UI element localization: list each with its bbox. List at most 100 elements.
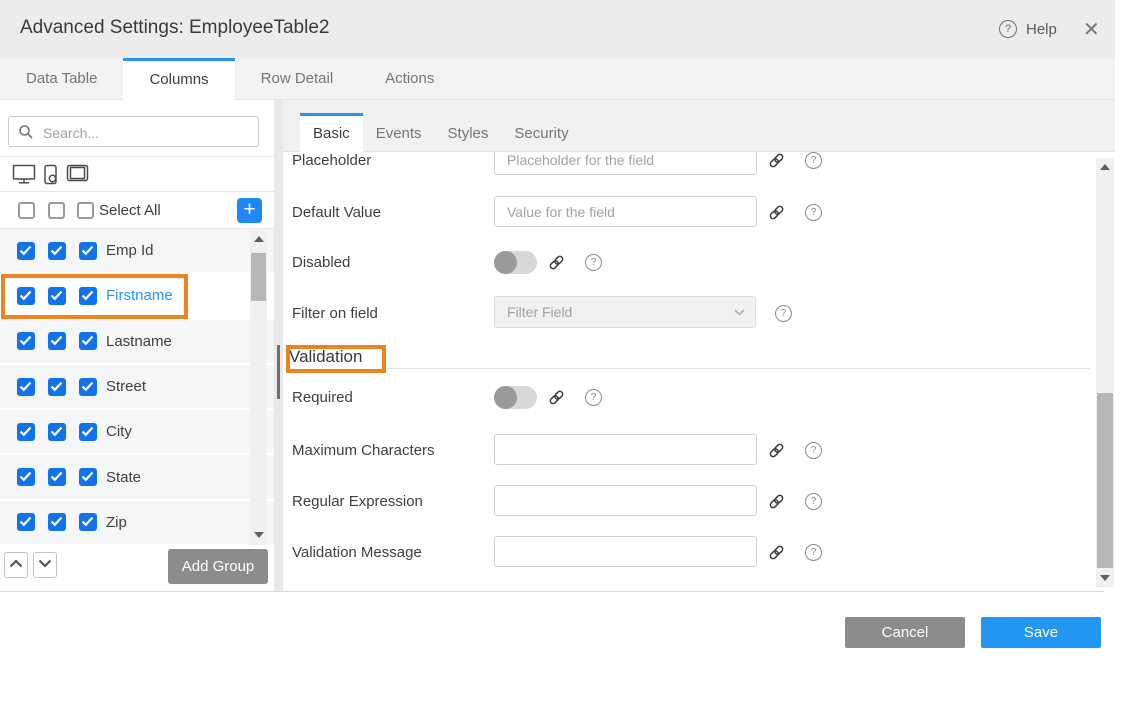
move-up-button[interactable] bbox=[4, 552, 28, 578]
check-icon bbox=[81, 245, 94, 256]
regular-expression-input[interactable] bbox=[494, 485, 757, 516]
search-box[interactable] bbox=[8, 116, 259, 147]
add-group-button[interactable]: Add Group bbox=[168, 549, 268, 584]
tab-styles[interactable]: Styles bbox=[435, 115, 502, 152]
link-binding-icon[interactable] bbox=[547, 388, 566, 412]
chevron-down-icon bbox=[734, 309, 745, 316]
tab-data-table[interactable]: Data Table bbox=[0, 58, 123, 99]
add-column-button[interactable]: + bbox=[237, 198, 262, 223]
scroll-up-arrow-icon[interactable] bbox=[1100, 164, 1110, 170]
tab-security[interactable]: Security bbox=[501, 115, 581, 152]
column-row-street[interactable]: Street bbox=[0, 365, 274, 410]
panel-scrollbar[interactable] bbox=[1096, 158, 1114, 587]
scrollbar-thumb[interactable] bbox=[251, 253, 266, 301]
check-icon bbox=[19, 245, 32, 256]
column-row-state[interactable]: State bbox=[0, 455, 274, 500]
move-down-button[interactable] bbox=[33, 552, 57, 578]
column-label: State bbox=[106, 469, 141, 486]
column-visibility-checkbox[interactable] bbox=[17, 468, 35, 486]
column-visibility-checkbox[interactable] bbox=[79, 242, 97, 260]
search-row bbox=[0, 100, 274, 157]
column-visibility-checkbox[interactable] bbox=[17, 378, 35, 396]
scroll-down-arrow-icon[interactable] bbox=[1100, 575, 1110, 581]
help-icon[interactable]: ? bbox=[805, 204, 822, 221]
column-visibility-checkbox[interactable] bbox=[17, 287, 35, 305]
column-visibility-checkbox[interactable] bbox=[79, 423, 97, 441]
column-row-lastname[interactable]: Lastname bbox=[0, 320, 274, 365]
link-binding-icon[interactable] bbox=[767, 203, 786, 227]
column-visibility-checkbox[interactable] bbox=[17, 423, 35, 441]
select-all-checkbox[interactable] bbox=[48, 202, 65, 219]
column-visibility-checkbox[interactable] bbox=[79, 513, 97, 531]
help-icon[interactable]: ? bbox=[805, 442, 822, 459]
column-visibility-checkbox[interactable] bbox=[48, 287, 66, 305]
column-visibility-checkbox[interactable] bbox=[79, 468, 97, 486]
column-visibility-checkbox[interactable] bbox=[48, 423, 66, 441]
tab-actions[interactable]: Actions bbox=[359, 58, 460, 99]
column-visibility-checkbox[interactable] bbox=[48, 378, 66, 396]
column-visibility-checkbox[interactable] bbox=[48, 332, 66, 350]
help-button[interactable]: Help bbox=[1026, 21, 1057, 38]
select-all-checkbox[interactable] bbox=[77, 202, 94, 219]
help-circle-icon[interactable]: ? bbox=[999, 20, 1017, 38]
field-label: Required bbox=[292, 389, 353, 406]
disabled-toggle[interactable] bbox=[494, 251, 537, 274]
check-icon bbox=[50, 335, 63, 346]
check-icon bbox=[19, 290, 32, 301]
column-visibility-checkbox[interactable] bbox=[48, 513, 66, 531]
column-visibility-checkbox[interactable] bbox=[17, 513, 35, 531]
field-label: Default Value bbox=[292, 204, 381, 221]
required-toggle[interactable] bbox=[494, 386, 537, 409]
link-binding-icon[interactable] bbox=[767, 543, 786, 567]
column-visibility-checkbox[interactable] bbox=[79, 287, 97, 305]
field-row-maximum-characters: Maximum Characters? bbox=[283, 434, 1115, 480]
field-label: Disabled bbox=[292, 254, 350, 271]
validation-message-input[interactable] bbox=[494, 536, 757, 567]
help-icon[interactable]: ? bbox=[805, 152, 822, 169]
column-visibility-checkbox[interactable] bbox=[17, 242, 35, 260]
splitter-handle[interactable] bbox=[277, 345, 280, 399]
cancel-button[interactable]: Cancel bbox=[845, 617, 965, 648]
save-button[interactable]: Save bbox=[981, 617, 1101, 648]
link-binding-icon[interactable] bbox=[767, 152, 786, 175]
link-binding-icon[interactable] bbox=[767, 441, 786, 465]
column-row-city[interactable]: City bbox=[0, 410, 274, 455]
help-icon[interactable]: ? bbox=[585, 389, 602, 406]
placeholder-input[interactable] bbox=[494, 152, 757, 175]
column-visibility-checkbox[interactable] bbox=[79, 378, 97, 396]
column-visibility-checkbox[interactable] bbox=[48, 242, 66, 260]
filter-on-field-select: Filter Field bbox=[494, 296, 756, 328]
column-visibility-checkbox[interactable] bbox=[79, 332, 97, 350]
maximum-characters-input[interactable] bbox=[494, 434, 757, 465]
scroll-up-arrow-icon[interactable] bbox=[254, 236, 264, 242]
help-icon[interactable]: ? bbox=[805, 493, 822, 510]
column-visibility-checkbox[interactable] bbox=[48, 468, 66, 486]
column-visibility-checkbox[interactable] bbox=[17, 332, 35, 350]
mobile-icon[interactable] bbox=[43, 164, 59, 185]
tab-row-detail[interactable]: Row Detail bbox=[235, 58, 360, 99]
scrollbar-thumb[interactable] bbox=[1097, 393, 1113, 568]
panel-splitter[interactable] bbox=[274, 100, 283, 591]
help-icon[interactable]: ? bbox=[585, 254, 602, 271]
column-row-zip[interactable]: Zip bbox=[0, 501, 274, 546]
tab-events[interactable]: Events bbox=[363, 115, 435, 152]
close-icon[interactable]: ✕ bbox=[1083, 17, 1100, 42]
link-binding-icon[interactable] bbox=[547, 253, 566, 277]
column-row-firstname[interactable]: Firstname bbox=[0, 274, 274, 319]
select-all-checkbox[interactable] bbox=[18, 202, 35, 219]
column-list-scrollbar[interactable] bbox=[250, 231, 267, 545]
help-icon[interactable]: ? bbox=[775, 305, 792, 322]
column-row-emp-id[interactable]: Emp Id bbox=[0, 229, 274, 274]
desktop-icon[interactable] bbox=[12, 164, 36, 185]
help-icon[interactable]: ? bbox=[805, 544, 822, 561]
link-binding-icon[interactable] bbox=[767, 492, 786, 516]
tablet-icon[interactable] bbox=[66, 164, 89, 182]
toggle-knob bbox=[494, 251, 517, 274]
column-label: City bbox=[106, 423, 132, 440]
chevron-down-icon bbox=[38, 559, 52, 568]
tab-columns[interactable]: Columns bbox=[123, 58, 234, 104]
search-input[interactable] bbox=[41, 120, 253, 145]
default-value-input[interactable] bbox=[494, 196, 757, 227]
scroll-down-arrow-icon[interactable] bbox=[254, 532, 264, 538]
tab-basic[interactable]: Basic bbox=[300, 113, 363, 153]
